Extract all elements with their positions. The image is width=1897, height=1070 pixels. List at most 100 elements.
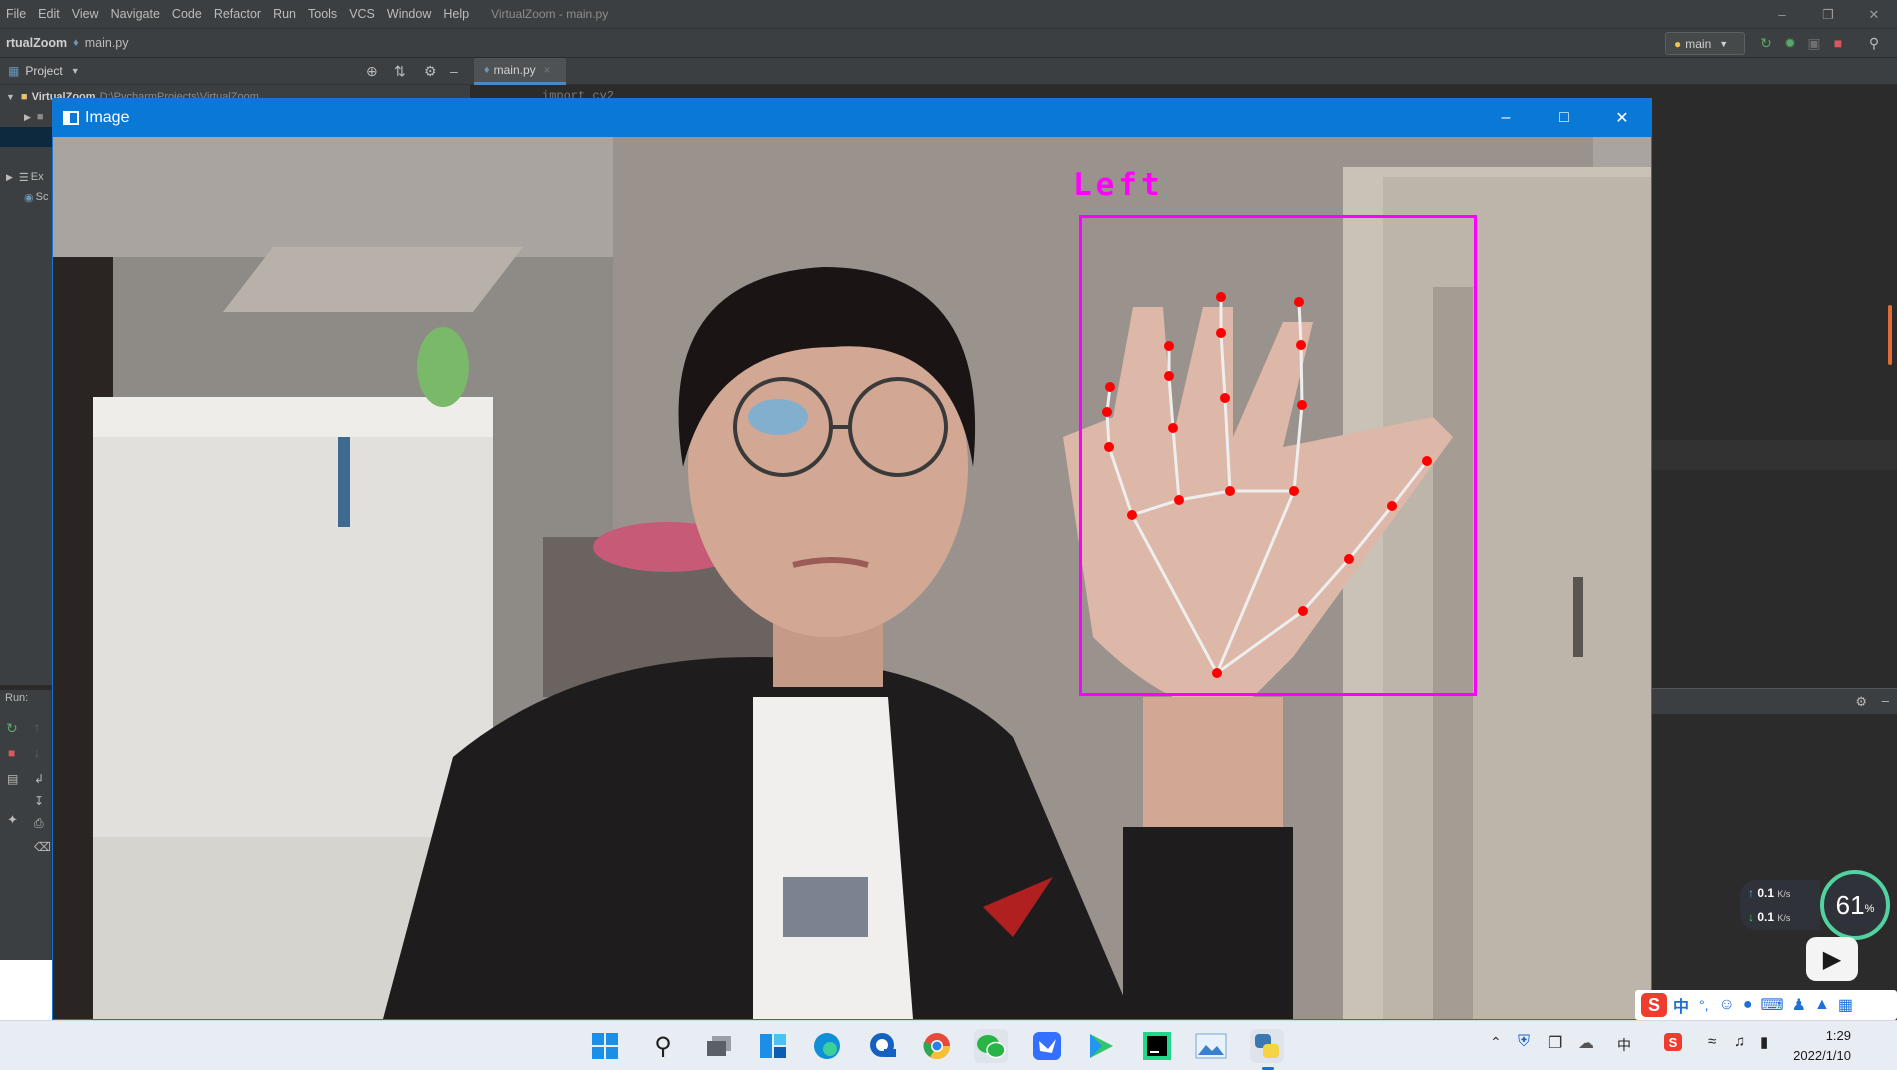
debug-icon[interactable]: ✹ [1781,34,1799,52]
sogou-tray-icon[interactable]: S [1664,1033,1682,1051]
onedrive-app-button[interactable] [866,1029,900,1063]
close-button[interactable]: ✕ [1593,99,1651,137]
video-player-icon [1090,1034,1113,1058]
run-config-label: main [1685,36,1712,51]
rerun-icon[interactable]: ↻ [1757,34,1775,52]
photos-button[interactable] [1194,1029,1228,1063]
clock[interactable]: 1:29 2022/1/10 [1793,1026,1851,1066]
menu-view[interactable]: View [66,7,105,21]
ide-close-button[interactable]: ✕ [1851,0,1897,29]
chrome-icon [923,1033,951,1060]
stop-icon[interactable]: ■ [1829,34,1847,52]
cloud-icon[interactable]: ☁ [1578,1033,1594,1053]
edge-icon [814,1033,840,1059]
breadcrumb-project[interactable]: rtualZoom [0,36,73,50]
ide-restore-button[interactable]: ❐ [1805,0,1851,29]
tree-scratches[interactable]: ◉ Sc [0,187,60,207]
scroll-end-icon[interactable]: ↧ [34,794,44,808]
widgets-button[interactable] [756,1029,790,1063]
coverage-icon[interactable]: ▣ [1805,34,1823,52]
search-button[interactable]: ⚲ [646,1029,680,1063]
menu-window[interactable]: Window [381,7,437,21]
video-player-button[interactable] [1084,1029,1118,1063]
download-unit: K/s [1777,913,1791,923]
battery-icon[interactable]: ▮ [1760,1033,1768,1051]
feishu-button[interactable] [1030,1029,1064,1063]
minimize-button[interactable]: – [1477,99,1535,137]
ide-minimize-button[interactable]: – [1759,0,1805,29]
image-window-titlebar[interactable]: Image – □ ✕ [53,99,1651,137]
breadcrumb-file[interactable]: main.py [79,36,135,50]
collapse-icon[interactable]: ⇅ [394,63,406,80]
run-config-dropdown[interactable]: ● main ▼ [1665,32,1745,55]
hide-panel-icon[interactable]: – [450,63,458,79]
menu-bar: File Edit View Navigate Code Refactor Ru… [0,0,1897,29]
chevron-down-icon: ▼ [1719,38,1729,49]
menu-vcs[interactable]: VCS [343,7,381,21]
task-view-button[interactable] [702,1029,736,1063]
tree-file-selected[interactable] [0,127,60,147]
chrome-button[interactable] [920,1029,954,1063]
gear-icon[interactable]: ⚙ [424,63,437,80]
tree-external-libs[interactable]: ▶ ☰ Ex [0,167,60,187]
tray-overflow-icon[interactable]: ⌃ [1490,1034,1502,1051]
copy-icon[interactable]: ❐ [1548,1033,1562,1053]
menu-file[interactable]: File [0,7,32,21]
skin-icon[interactable]: ▲ [1814,996,1830,1014]
emoji-icon[interactable]: ☺ [1719,996,1735,1014]
tree-scratch-label: Sc [35,191,49,203]
down-arrow-icon[interactable]: ↓ [34,746,40,760]
keyboard-icon[interactable]: ⌨ [1761,995,1784,1015]
punctuation-icon[interactable]: °, [1699,997,1709,1013]
menu-navigate[interactable]: Navigate [105,7,166,21]
gear-icon[interactable]: ⚙ [1855,694,1867,710]
tray-lang[interactable]: 中 [1617,1035,1631,1055]
up-arrow-icon[interactable]: ↑ [34,720,40,734]
pycharm-button[interactable] [1140,1029,1174,1063]
trash-icon[interactable]: ⌫ [34,840,51,854]
menu-edit[interactable]: Edit [32,7,66,21]
project-panel-title[interactable]: Project [25,64,62,78]
python-button[interactable] [1250,1029,1284,1063]
menu-tools[interactable]: Tools [302,7,343,21]
maximize-button[interactable]: □ [1535,99,1593,137]
wifi-icon[interactable]: ≈ [1708,1033,1716,1050]
hide-panel-icon[interactable]: – [1882,693,1889,708]
user-icon[interactable]: ♟ [1792,995,1806,1015]
edge-button[interactable] [810,1029,844,1063]
menu-code[interactable]: Code [166,7,208,21]
ime-mode[interactable]: 中 [1673,993,1689,1017]
menu-refactor[interactable]: Refactor [208,7,267,21]
start-button[interactable] [588,1029,622,1063]
sogou-icon[interactable]: S [1641,993,1667,1017]
tree-folder[interactable]: ▶ ■ [0,107,60,127]
menu-help[interactable]: Help [437,7,475,21]
close-icon[interactable]: × [544,63,551,77]
chevron-down-icon[interactable]: ▼ [71,66,80,76]
menu-run[interactable]: Run [267,7,302,21]
download-speed: ↓ 0.1 K/s [1748,910,1790,924]
image-window: Image – □ ✕ Left [52,98,1652,1020]
stop-icon[interactable]: ■ [8,746,15,760]
rerun-icon[interactable]: ↻ [6,720,18,737]
pin-icon[interactable]: ✦ [7,812,18,828]
toolbox-icon[interactable]: ▦ [1838,995,1853,1015]
download-value: 0.1 [1757,910,1775,924]
wechat-button[interactable] [974,1029,1008,1063]
soft-wrap-icon[interactable]: ↲ [34,772,44,786]
microphone-icon[interactable]: ● [1743,996,1753,1014]
search-everywhere-icon[interactable]: ⚲ [1865,34,1883,52]
tab-main-py[interactable]: ♦ main.py × [474,58,566,85]
locate-icon[interactable]: ⊕ [366,63,378,80]
folder-icon: ■ [36,111,44,123]
cpu-percent-sign: % [1864,903,1875,915]
layout-icon[interactable]: ▤ [7,772,18,786]
print-icon[interactable]: ⎙ [34,816,44,831]
clock-date: 2022/1/10 [1793,1048,1851,1063]
tree-file[interactable] [0,147,60,167]
security-shield-icon[interactable]: ⛨ [1518,1033,1530,1051]
video-play-widget[interactable]: ▶ [1806,937,1858,981]
run-panel-header-right: ⚙ – [1652,688,1897,714]
volume-icon[interactable]: ♫ [1734,1033,1745,1050]
hand-landmarks [1102,292,1432,678]
